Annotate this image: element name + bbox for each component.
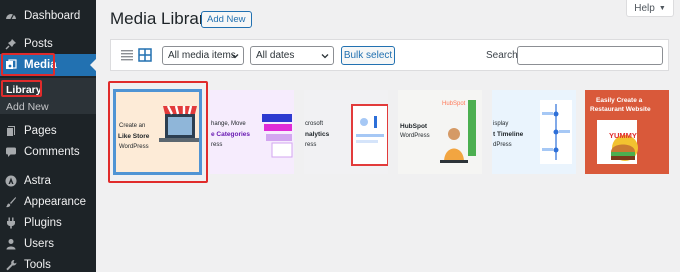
list-view-icon[interactable] <box>120 48 134 62</box>
thumb-text: isplay <box>493 121 509 127</box>
thumb-text: HubSpot <box>400 123 428 130</box>
pushpin-icon <box>5 38 17 50</box>
search-input[interactable] <box>517 46 663 65</box>
chevron-down-icon <box>321 54 329 59</box>
attachment-thumbnail[interactable]: Easily Create a Restaurant Website YUMMY <box>585 90 669 174</box>
comment-icon <box>5 146 17 158</box>
thumb-text: ress <box>305 142 317 148</box>
users-icon <box>5 238 17 250</box>
astra-icon <box>5 175 17 187</box>
sidebar-item-plugins[interactable]: Plugins <box>0 212 96 234</box>
sidebar-item-label: Dashboard <box>24 10 81 22</box>
thumb-text: WordPress <box>119 144 149 150</box>
sidebar-item-label: Tools <box>24 259 51 271</box>
sidebar-item-label: Media <box>24 59 57 71</box>
media-toolbar: All media items All dates Bulk select Se… <box>110 39 669 71</box>
sidebar-item-astra[interactable]: Astra <box>0 170 96 192</box>
sidebar-item-appearance[interactable]: Appearance <box>0 191 96 213</box>
sidebar-item-label: Plugins <box>24 217 62 229</box>
thumb-text: YUMMY <box>609 131 637 140</box>
media-submenu: Library Add New <box>0 78 96 114</box>
thumb-text: ress <box>211 142 223 148</box>
current-menu-arrow <box>90 59 96 71</box>
dashboard-icon <box>5 10 17 22</box>
caret-down-icon: ▼ <box>658 4 666 12</box>
attachment-thumbnail[interactable]: Create an Like Store WordPress <box>113 89 202 175</box>
thumb-text: crosoft <box>305 121 324 127</box>
attachment-thumbnail[interactable]: isplay t Timeline dPress <box>492 90 576 174</box>
chevron-down-icon <box>231 54 239 59</box>
sidebar-item-users[interactable]: Users <box>0 233 96 255</box>
thumb-text: hange, Move <box>211 121 246 127</box>
page-title: Media Library <box>110 9 213 28</box>
help-label: Help <box>634 2 655 14</box>
thumb-text: Like Store <box>118 133 150 140</box>
attachment-thumbnail[interactable]: HubSpot HubSpot WordPress <box>398 90 482 174</box>
sidebar-item-comments[interactable]: Comments <box>0 141 96 163</box>
submenu-item-library[interactable]: Library <box>6 84 42 96</box>
sidebar-item-label: Posts <box>24 38 53 50</box>
submenu-item-add-new[interactable]: Add New <box>6 101 49 113</box>
sidebar-item-label: Users <box>24 238 55 250</box>
help-tab[interactable]: Help ▼ <box>626 0 674 17</box>
sidebar-item-label: Astra <box>24 175 51 187</box>
media-type-value: All media items <box>168 50 236 61</box>
thumb-text: HubSpot <box>442 101 466 107</box>
bulk-select-button[interactable]: Bulk select <box>341 46 395 65</box>
thumb-text: WordPress <box>400 133 430 139</box>
wrench-icon <box>5 259 17 271</box>
sidebar-item-label: Appearance <box>24 196 87 208</box>
thumb-text: nalytics <box>305 131 330 138</box>
attachment-thumbnail[interactable]: hange, Move e Categories ress <box>210 90 294 174</box>
plugin-icon <box>5 217 17 229</box>
add-new-button[interactable]: Add New <box>201 11 252 28</box>
sidebar-item-label: Comments <box>24 146 80 158</box>
thumb-text: e Categories <box>211 131 251 138</box>
thumb-text: Restaurant Website <box>590 106 651 113</box>
sidebar-item-tools[interactable]: Tools <box>0 254 96 272</box>
online-store-illustration <box>116 92 199 172</box>
thumb-text: t Timeline <box>493 131 524 138</box>
thumb-text: dPress <box>493 142 512 148</box>
thumb-text: Easily Create a <box>596 97 643 104</box>
search-label: Search <box>486 50 518 61</box>
sidebar-item-label: Pages <box>24 125 57 137</box>
media-icon <box>5 59 17 71</box>
date-select[interactable]: All dates <box>250 46 334 65</box>
sidebar-item-dashboard[interactable]: Dashboard <box>0 5 96 27</box>
sidebar-item-posts[interactable]: Posts <box>0 33 96 55</box>
thumb-text: Create an <box>119 123 146 129</box>
date-value: All dates <box>256 50 295 61</box>
hubspot-illustration <box>398 90 482 174</box>
pages-icon <box>5 125 17 137</box>
admin-sidebar: Dashboard Posts Media Library Add New Pa… <box>0 0 96 272</box>
paintbrush-icon <box>5 196 17 208</box>
attachment-thumbnail[interactable]: crosoft nalytics ress <box>304 90 388 174</box>
grid-view-icon[interactable] <box>138 48 152 62</box>
sidebar-item-media[interactable]: Media <box>0 54 96 76</box>
sidebar-item-pages[interactable]: Pages <box>0 120 96 142</box>
media-type-select[interactable]: All media items <box>162 46 244 65</box>
